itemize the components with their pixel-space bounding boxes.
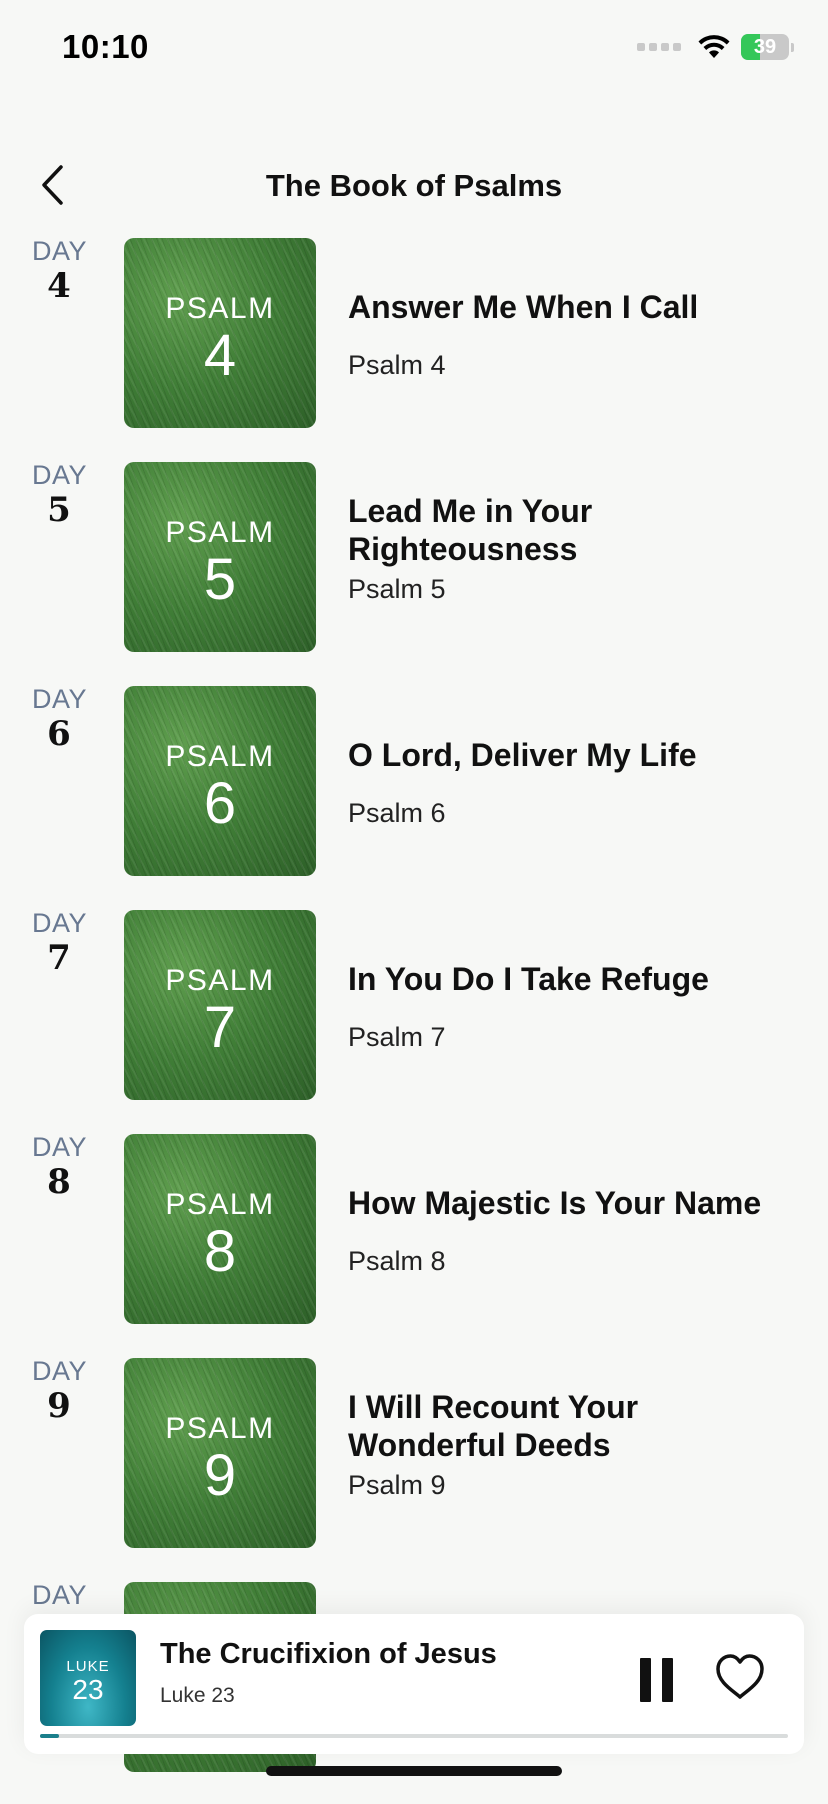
day-number: 5 — [47, 490, 71, 530]
thumbnail-number: 6 — [203, 771, 237, 836]
psalm-thumbnail[interactable]: PSALM 7 — [124, 910, 316, 1100]
thumbnail-label: PSALM — [165, 516, 275, 549]
item-title: In You Do I Take Refuge — [348, 961, 709, 997]
home-indicator — [266, 1766, 562, 1776]
item-title: O Lord, Deliver My Life — [348, 737, 697, 773]
battery-level: 39 — [753, 35, 777, 58]
thumbnail-number: 4 — [203, 323, 237, 388]
item-title: Lead Me in Your Righteousness — [348, 493, 593, 567]
item-title: Answer Me When I Call — [348, 289, 699, 325]
day-label: DAY — [32, 1132, 88, 1162]
list-item[interactable]: DAY 8 PSALM 8 How Majestic Is Your Name … — [0, 1132, 828, 1356]
day-label: DAY — [32, 460, 88, 490]
day-number: 7 — [47, 938, 71, 978]
playback-progress[interactable] — [40, 1734, 788, 1738]
player-subtitle: Luke 23 — [160, 1684, 235, 1707]
item-subtitle: Psalm 4 — [348, 350, 446, 380]
psalm-thumbnail[interactable]: PSALM 4 — [124, 238, 316, 428]
mini-player[interactable]: LUKE 23 The Crucifixion of Jesus Luke 23 — [24, 1614, 804, 1754]
psalm-thumbnail[interactable]: PSALM 6 — [124, 686, 316, 876]
item-subtitle: Psalm 6 — [348, 798, 446, 828]
psalm-thumbnail[interactable]: PSALM 8 — [124, 1134, 316, 1324]
thumbnail-label: PSALM — [165, 964, 275, 997]
status-bar: 10:10 39 — [0, 0, 828, 100]
day-label: DAY — [32, 1580, 88, 1610]
day-number: 6 — [47, 714, 71, 754]
thumbnail-label: PSALM — [165, 1188, 275, 1221]
thumbnail-number: 5 — [203, 547, 237, 612]
thumbnail-number: 9 — [203, 1443, 237, 1508]
list-item[interactable]: DAY 4 PSALM 4 Answer Me When I Call Psal… — [0, 236, 828, 460]
psalm-thumbnail[interactable]: PSALM 9 — [124, 1358, 316, 1548]
thumbnail-label: PSALM — [165, 292, 275, 325]
list-item[interactable]: DAY 6 PSALM 6 O Lord, Deliver My Life Ps… — [0, 684, 828, 908]
day-number: 9 — [47, 1386, 71, 1426]
day-label: DAY — [32, 1356, 88, 1386]
thumbnail-number: 7 — [203, 995, 237, 1060]
list-item[interactable]: DAY 9 PSALM 9 I Will Recount Your Wonder… — [0, 1356, 828, 1580]
day-label: DAY — [32, 684, 88, 714]
thumbnail-label: PSALM — [165, 1412, 275, 1445]
player-artwork[interactable]: LUKE 23 — [40, 1630, 136, 1726]
list-item[interactable]: DAY 5 PSALM 5 Lead Me in Your Righteousn… — [0, 460, 828, 684]
list-item[interactable]: DAY 7 PSALM 7 In You Do I Take Refuge Ps… — [0, 908, 828, 1132]
battery-icon: 39 — [741, 34, 789, 60]
artwork-label: LUKE — [66, 1658, 110, 1675]
status-indicators: 39 — [637, 34, 794, 60]
psalm-thumbnail[interactable]: PSALM 5 — [124, 462, 316, 652]
heart-icon[interactable] — [714, 1652, 766, 1704]
playback-progress-fill — [40, 1734, 59, 1738]
day-number: 4 — [47, 266, 71, 306]
reading-plan-list: DAY 4 PSALM 4 Answer Me When I Call Psal… — [0, 236, 828, 1804]
artwork-number: 23 — [72, 1674, 104, 1705]
day-label: DAY — [32, 236, 88, 266]
item-title: I Will Recount Your Wonderful Deeds — [348, 1389, 639, 1463]
navigation-bar: The Book of Psalms — [0, 150, 828, 220]
thumbnail-number: 8 — [203, 1219, 237, 1284]
wifi-icon — [698, 35, 730, 58]
thumbnail-label: PSALM — [165, 740, 275, 773]
item-subtitle: Psalm 5 — [348, 574, 446, 604]
item-title: How Majestic Is Your Name — [348, 1185, 762, 1221]
item-subtitle: Psalm 7 — [348, 1022, 446, 1052]
page-title: The Book of Psalms — [265, 168, 563, 203]
cellular-signal-icon — [637, 43, 681, 51]
player-title: The Crucifixion of Jesus — [160, 1638, 497, 1670]
item-subtitle: Psalm 9 — [348, 1470, 446, 1500]
item-subtitle: Psalm 8 — [348, 1246, 446, 1276]
status-time: 10:10 — [62, 28, 149, 65]
day-label: DAY — [32, 908, 88, 938]
day-number: 8 — [47, 1162, 71, 1202]
pause-button[interactable] — [640, 1658, 674, 1702]
